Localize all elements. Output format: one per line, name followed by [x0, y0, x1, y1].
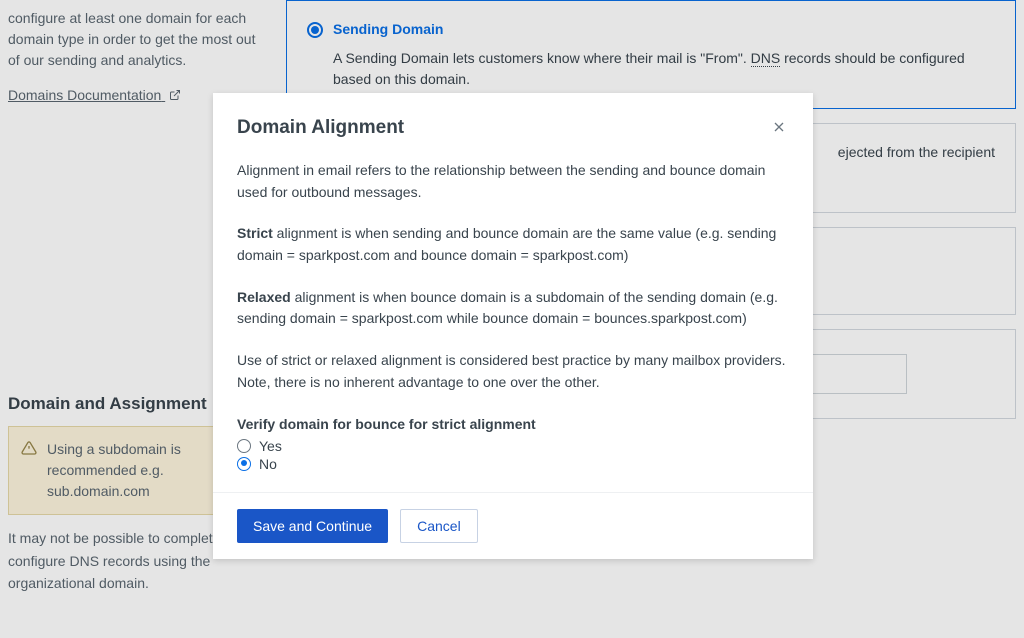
modal-note: Use of strict or relaxed alignment is co…: [237, 350, 789, 393]
modal-strict: Strict alignment is when sending and bou…: [237, 223, 789, 266]
modal-cancel-button[interactable]: Cancel: [400, 509, 478, 543]
modal-title: Domain Alignment: [237, 117, 404, 139]
close-icon: [771, 123, 787, 138]
radio-icon: [237, 439, 251, 453]
verify-yes-option[interactable]: Yes: [237, 438, 789, 454]
verify-radio-label: Verify domain for bounce for strict alig…: [237, 416, 789, 432]
modal-save-continue-button[interactable]: Save and Continue: [237, 509, 388, 543]
verify-no-option[interactable]: No: [237, 456, 789, 472]
radio-icon: [237, 457, 251, 471]
modal-intro: Alignment in email refers to the relatio…: [237, 160, 789, 203]
modal-close-button[interactable]: [769, 117, 789, 140]
modal-relaxed: Relaxed alignment is when bounce domain …: [237, 287, 789, 330]
verify-no-label: No: [259, 456, 277, 472]
verify-yes-label: Yes: [259, 438, 282, 454]
domain-alignment-modal: Domain Alignment Alignment in email refe…: [213, 93, 813, 559]
